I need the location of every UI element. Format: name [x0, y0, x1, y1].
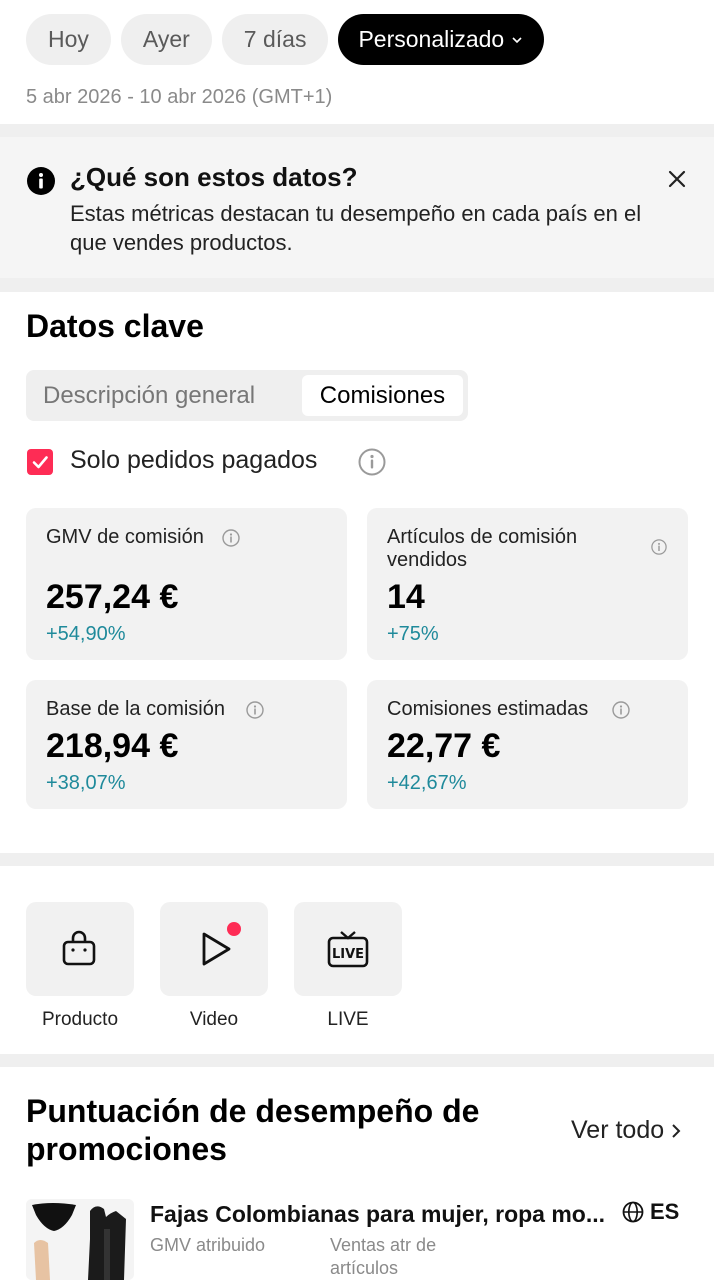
- notification-dot-icon: [227, 922, 241, 936]
- section-divider: [0, 1054, 714, 1067]
- date-tab-label: Hoy: [48, 26, 89, 52]
- date-tab-label: Ayer: [142, 26, 190, 52]
- date-tab-label: 7 días: [243, 26, 307, 52]
- shortcut-product[interactable]: [26, 902, 134, 996]
- region-code: ES: [650, 1199, 680, 1224]
- info-outline-icon[interactable]: [246, 701, 264, 719]
- shortcut-live[interactable]: LIVE: [294, 902, 402, 996]
- shortcut-video-label: Video: [189, 1009, 239, 1030]
- shopping-bag-icon: [62, 930, 96, 966]
- product-region: ES: [622, 1199, 679, 1225]
- tab-overview[interactable]: Descripción general: [43, 375, 255, 416]
- paid-orders-label: Solo pedidos pagados: [70, 446, 318, 474]
- metric-card-estimated-commissions[interactable]: Comisiones estimadas 22,77 € +42,67%: [367, 680, 688, 809]
- section-divider: [0, 278, 714, 292]
- metric-label: Comisiones estimadas: [387, 698, 589, 720]
- paid-orders-checkbox[interactable]: [27, 449, 53, 475]
- key-data-title: Datos clave: [26, 308, 204, 344]
- date-tab-yesterday[interactable]: Ayer: [120, 14, 212, 65]
- globe-icon: [622, 1201, 644, 1223]
- metric-value: 257,24 €: [46, 578, 179, 616]
- date-tab-7-days[interactable]: 7 días: [221, 14, 329, 65]
- attributed-sales-label: Ventas atr de artículos: [330, 1235, 437, 1278]
- close-icon[interactable]: [666, 168, 688, 190]
- metric-value: 14: [387, 578, 425, 616]
- metric-card-commission-gmv[interactable]: GMV de comisión 257,24 € +54,90%: [26, 508, 347, 660]
- section-divider: [0, 124, 714, 137]
- svg-text:LIVE: LIVE: [332, 947, 364, 962]
- tab-commissions[interactable]: Comisiones: [302, 375, 463, 416]
- info-banner-title: ¿Qué son estos datos?: [70, 162, 358, 192]
- metric-delta: +38,07%: [46, 772, 126, 794]
- metric-delta: +75%: [387, 623, 439, 645]
- product-image: [26, 1199, 134, 1280]
- live-tv-icon: LIVE: [327, 931, 369, 968]
- date-range-text: 5 abr 2026 - 10 abr 2026 (GMT+1): [26, 86, 333, 108]
- section-divider: [0, 853, 714, 866]
- promotions-title: Puntuación de desempeño de promociones: [26, 1093, 480, 1167]
- metric-value: 22,77 €: [387, 727, 501, 765]
- info-outline-icon[interactable]: [358, 448, 386, 476]
- date-tab-custom[interactable]: Personalizado: [338, 14, 545, 65]
- info-icon: [27, 167, 55, 195]
- info-outline-icon[interactable]: [612, 701, 630, 719]
- chevron-right-icon: [672, 1123, 681, 1138]
- metric-delta: +54,90%: [46, 623, 126, 645]
- metric-label: Base de la comisión: [46, 698, 225, 720]
- metric-card-items-sold[interactable]: Artículos de comisión vendidos 14 +75%: [367, 508, 688, 660]
- chevron-down-icon: [512, 36, 522, 43]
- metric-delta: +42,67%: [387, 772, 467, 794]
- shortcut-product-label: Producto: [41, 1009, 119, 1030]
- info-outline-icon[interactable]: [222, 529, 240, 547]
- metric-value: 218,94 €: [46, 727, 179, 765]
- shortcut-video[interactable]: [160, 902, 268, 996]
- metric-card-commission-base[interactable]: Base de la comisión 218,94 € +38,07%: [26, 680, 347, 809]
- key-data-tabs: Descripción general Comisiones: [26, 370, 468, 421]
- date-tab-label: Personalizado: [358, 26, 505, 52]
- see-all-link[interactable]: Ver todo: [571, 1116, 682, 1145]
- metric-label: Artículos de comisión vendidos: [387, 526, 578, 571]
- date-tab-today[interactable]: Hoy: [26, 14, 111, 65]
- product-name[interactable]: Fajas Colombianas para mujer, ropa mo...: [150, 1201, 610, 1228]
- checkmark-icon: [32, 456, 48, 469]
- shortcut-live-label: LIVE: [327, 1009, 369, 1030]
- product-thumbnail[interactable]: [26, 1199, 134, 1280]
- info-outline-icon[interactable]: [651, 539, 667, 555]
- see-all-label: Ver todo: [571, 1116, 665, 1144]
- attributed-gmv-label: GMV atribuido: [150, 1235, 266, 1255]
- metric-label: GMV de comisión: [46, 526, 204, 548]
- date-filter-tabs: Hoy Ayer 7 días Personalizado: [26, 14, 545, 65]
- info-banner-text: Estas métricas destacan tu desempeño en …: [70, 201, 642, 255]
